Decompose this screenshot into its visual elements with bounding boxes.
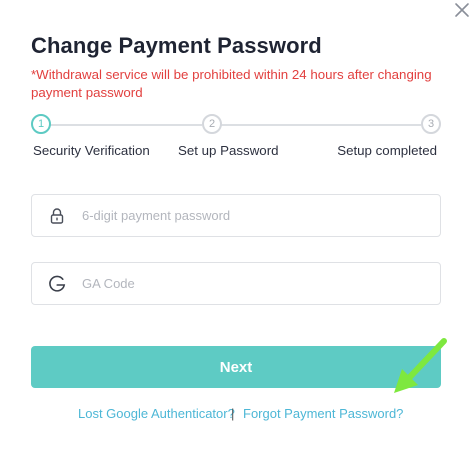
warning-text: *Withdrawal service will be prohibited w…	[31, 67, 432, 100]
lock-icon	[32, 207, 82, 224]
step-2-indicator: 2	[202, 114, 222, 134]
step-1-indicator: 1	[31, 114, 51, 134]
stepper: 1 2 3 Security Verification Set up Passw…	[0, 110, 474, 170]
step-connector	[220, 124, 421, 126]
link-separator: |	[231, 406, 235, 421]
step-3-indicator: 3	[421, 114, 441, 134]
forgot-payment-password-link[interactable]: Forgot Payment Password?	[243, 406, 403, 421]
step-3-label: Setup completed	[337, 143, 437, 158]
close-button[interactable]	[451, 0, 473, 20]
annotation-arrow-icon	[394, 338, 447, 393]
step-2-label: Set up Password	[178, 143, 279, 158]
payment-password-field[interactable]	[31, 194, 441, 237]
ga-code-input[interactable]	[82, 276, 440, 291]
lost-google-authenticator-link[interactable]: Lost Google Authenticator?	[78, 406, 235, 421]
close-icon	[455, 3, 469, 17]
step-1-label: Security Verification	[33, 143, 150, 158]
google-g-icon	[32, 275, 82, 293]
ga-code-field[interactable]	[31, 262, 441, 305]
step-connector	[49, 124, 202, 126]
payment-password-input[interactable]	[82, 208, 440, 223]
dialog-title: Change Payment Password	[31, 33, 322, 58]
